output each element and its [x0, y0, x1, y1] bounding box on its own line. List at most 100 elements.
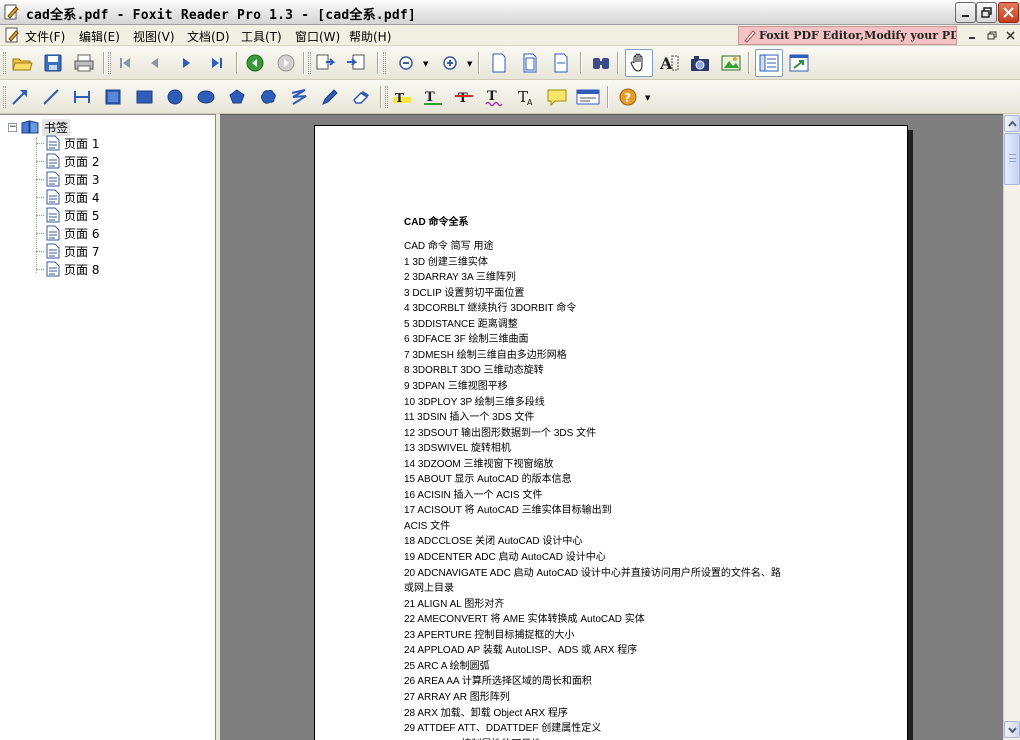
bookmark-item-page-5[interactable]: 页面 5 [36, 206, 99, 224]
document-title: CAD 命令全系 [404, 217, 469, 228]
zoom-in-button[interactable] [438, 51, 462, 75]
arrow-tool-button[interactable] [8, 85, 32, 109]
menu-edit[interactable]: 编辑(E) [79, 28, 120, 45]
page-icon [46, 243, 60, 259]
help-dropdown[interactable]: ▼ [645, 94, 650, 102]
document-view[interactable]: CAD 命令全系 CAD 命令 简写 用途 1 3D 创建三维实体 2 3DARRA… [220, 114, 1003, 740]
menu-document[interactable]: 文档(D) [187, 28, 230, 45]
rectangle-tool-button[interactable] [101, 85, 125, 109]
filled-oval-tool-button[interactable] [194, 85, 218, 109]
document-line: 22 AMECONVERT 将 AME 实体转换成 AutoCAD 实体 [404, 614, 645, 626]
toolbar-grip[interactable] [3, 86, 6, 108]
menu-file[interactable]: 文件(F) [25, 28, 65, 45]
bookmark-item-page-8[interactable]: 页面 8 [36, 260, 99, 278]
toolbar-grip[interactable] [308, 52, 311, 74]
textbox-button[interactable] [576, 85, 600, 109]
bookmark-item-page-2[interactable]: 页面 2 [36, 152, 99, 170]
oval-tool-icon [167, 89, 183, 105]
bookmark-item-page-7[interactable]: 页面 7 [36, 242, 99, 260]
scroll-down-button[interactable] [1004, 721, 1020, 738]
doc-restore-button[interactable] [984, 28, 1000, 43]
zoom-out-button[interactable] [394, 51, 418, 75]
bookmark-item-page-4[interactable]: 页面 4 [36, 188, 99, 206]
fit-width-button[interactable] [549, 51, 573, 75]
document-menu-icon[interactable] [4, 27, 20, 43]
hand-tool-button[interactable] [625, 49, 653, 77]
help-icon: ? [619, 88, 637, 106]
toolbar-grip[interactable] [108, 52, 111, 74]
bookmark-item-page-1[interactable]: 页面 1 [36, 134, 99, 152]
cloud-tool-button[interactable] [256, 85, 280, 109]
strikeout-text-button[interactable]: T [452, 85, 476, 109]
textbox-icon [576, 89, 600, 105]
toolbar-grip[interactable] [385, 86, 388, 108]
fit-page-button[interactable] [518, 51, 542, 75]
open-button[interactable] [10, 51, 34, 75]
back-button[interactable] [243, 51, 267, 75]
doc-close-button[interactable] [1002, 28, 1018, 43]
zoom-in-dropdown[interactable]: ▼ [467, 60, 472, 68]
bookmark-item-page-6[interactable]: 页面 6 [36, 224, 99, 242]
forward-button[interactable] [274, 51, 298, 75]
restore-button[interactable] [976, 2, 997, 23]
pen-icon [744, 30, 756, 43]
svg-text:?: ? [624, 91, 631, 105]
zoom-in-icon [443, 56, 457, 70]
dimension-tool-button[interactable] [70, 85, 94, 109]
help-button[interactable]: ? [616, 85, 640, 109]
note-button[interactable] [545, 85, 569, 109]
menu-help[interactable]: 帮助(H) [349, 28, 391, 45]
polyline-tool-button[interactable] [287, 85, 311, 109]
text-select-button[interactable]: A [657, 51, 681, 75]
strikeout-text-icon: T [455, 91, 473, 106]
toolbar-grip[interactable] [3, 52, 6, 74]
menu-view[interactable]: 视图(V) [133, 28, 175, 45]
pdf-page[interactable]: CAD 命令全系 CAD 命令 简写 用途 1 3D 创建三维实体 2 3DARRA… [314, 125, 908, 740]
actual-size-button[interactable] [487, 51, 511, 75]
snapshot-button[interactable] [688, 51, 712, 75]
typewriter-button[interactable]: TA [514, 85, 538, 109]
bookmark-root[interactable]: − 书签 [8, 118, 71, 136]
bookmark-item-page-3[interactable]: 页面 3 [36, 170, 99, 188]
eraser-tool-button[interactable] [349, 85, 373, 109]
scroll-up-button[interactable] [1004, 115, 1020, 132]
menu-tools[interactable]: 工具(T) [241, 28, 282, 45]
pencil-tool-button[interactable] [318, 85, 342, 109]
toolbar-separator [377, 52, 379, 74]
print-button[interactable] [72, 51, 96, 75]
first-page-icon [120, 58, 130, 68]
first-page-button[interactable] [113, 51, 137, 75]
menu-window[interactable]: 窗口(W) [295, 28, 340, 45]
oval-tool-button[interactable] [163, 85, 187, 109]
collapse-toggle[interactable]: − [8, 122, 17, 132]
line-tool-button[interactable] [39, 85, 63, 109]
close-button[interactable] [998, 2, 1019, 23]
scroll-thumb[interactable] [1004, 133, 1020, 185]
page-icon [46, 153, 60, 169]
svg-text:T: T [458, 91, 468, 106]
find-button[interactable] [589, 51, 613, 75]
highlight-text-button[interactable]: T [390, 85, 414, 109]
toolbar-grip[interactable] [383, 52, 386, 74]
vertical-scrollbar[interactable] [1003, 114, 1020, 740]
previous-page-button[interactable] [143, 51, 167, 75]
fullscreen-button[interactable] [787, 51, 811, 75]
promo-banner[interactable]: Foxit PDF Editor,Modify your PDF! [738, 26, 957, 45]
toolbar-separator [103, 52, 105, 74]
extract-page-button[interactable] [313, 51, 337, 75]
bookmarks-panel-button[interactable] [755, 49, 783, 77]
zoom-out-dropdown[interactable]: ▼ [423, 60, 428, 68]
doc-minimize-button[interactable] [964, 28, 980, 43]
last-page-button[interactable] [205, 51, 229, 75]
insert-page-button[interactable] [344, 51, 368, 75]
image-tool-button[interactable] [719, 51, 743, 75]
underline-text-button[interactable]: T [421, 85, 445, 109]
squiggly-text-button[interactable]: T [483, 85, 507, 109]
minimize-button[interactable] [955, 2, 976, 23]
save-button[interactable] [41, 51, 65, 75]
polygon-tool-button[interactable] [225, 85, 249, 109]
document-line: 4 3DCORBLT 继续执行 3DORBIT 命令 [404, 303, 577, 315]
promo-text: Foxit PDF Editor,Modify your PDF! [759, 29, 957, 42]
filled-rectangle-tool-button[interactable] [132, 85, 156, 109]
next-page-button[interactable] [174, 51, 198, 75]
